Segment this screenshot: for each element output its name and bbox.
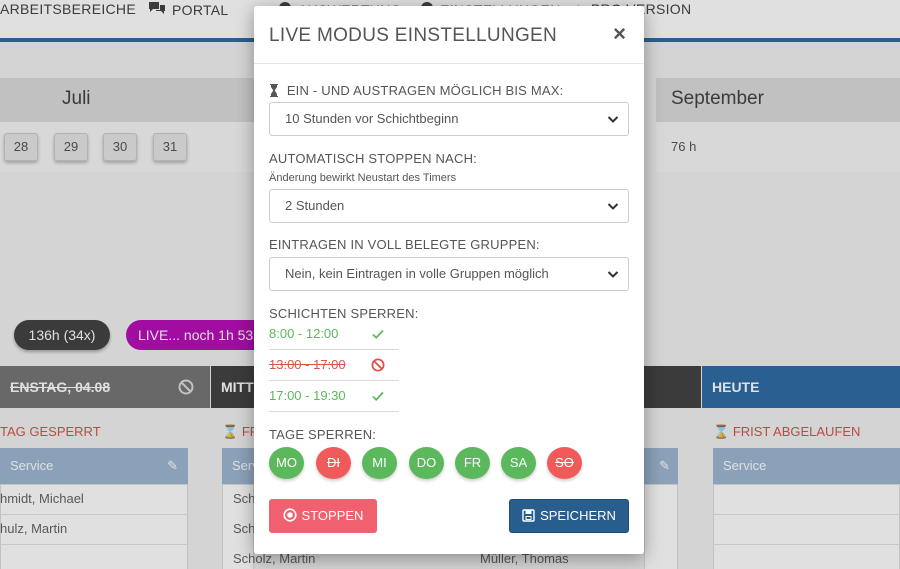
- shift-time: 17:00 - 19:30: [269, 388, 346, 403]
- shift-time: 8:00 - 12:00: [269, 326, 339, 341]
- max-time-select[interactable]: 10 Stunden vor Schichtbeginn: [269, 102, 629, 136]
- max-time-value: 10 Stunden vor Schichtbeginn: [285, 111, 459, 126]
- live-mode-settings-dialog: LIVE MODUS EINSTELLUNGEN × EIN - UND AUS…: [254, 6, 644, 554]
- save-button[interactable]: SPEICHERN: [509, 499, 629, 533]
- max-time-label-text: EIN - UND AUSTRAGEN MÖGLICH BIS MAX:: [286, 83, 564, 98]
- floppy-disk-icon: [522, 509, 535, 522]
- full-groups-label: EINTRAGEN IN VOLL BELEGTE GRUPPEN:: [269, 237, 540, 252]
- blocked-icon: [371, 358, 385, 372]
- auto-stop-hint: Änderung bewirkt Neustart des Timers: [269, 172, 457, 184]
- max-time-label: EIN - UND AUSTRAGEN MÖGLICH BIS MAX:: [269, 83, 563, 98]
- modal-header: LIVE MODUS EINSTELLUNGEN ×: [254, 6, 644, 64]
- auto-stop-value: 2 Stunden: [285, 198, 345, 213]
- shift-toggle[interactable]: 17:00 - 19:30: [269, 381, 399, 412]
- auto-stop-label: AUTOMATISCH STOPPEN NACH:: [269, 151, 477, 166]
- auto-stop-select[interactable]: 2 Stunden: [269, 189, 629, 223]
- chevron-down-icon: [607, 116, 619, 123]
- shift-toggle[interactable]: 13:00 - 17:00: [269, 350, 399, 381]
- full-groups-select[interactable]: Nein, kein Eintragen in volle Gruppen mö…: [269, 257, 629, 291]
- stop-icon: [282, 508, 297, 522]
- day-toggle-di[interactable]: DI: [316, 447, 351, 479]
- hourglass-icon: [269, 83, 287, 98]
- chevron-down-icon: [607, 271, 619, 278]
- stop-label: STOPPEN: [301, 508, 364, 523]
- day-toggle-so[interactable]: SO: [547, 447, 582, 479]
- full-groups-value: Nein, kein Eintragen in volle Gruppen mö…: [285, 266, 549, 281]
- stop-button[interactable]: STOPPEN: [269, 499, 377, 533]
- day-toggle-mi[interactable]: MI: [362, 447, 397, 479]
- check-icon: [372, 391, 384, 401]
- days-label: TAGE SPERREN:: [269, 427, 377, 442]
- save-label: SPEICHERN: [540, 508, 616, 523]
- day-toggle-mo[interactable]: MO: [269, 447, 304, 479]
- day-toggle-do[interactable]: DO: [409, 447, 444, 479]
- check-icon: [372, 329, 384, 339]
- chevron-down-icon: [607, 203, 619, 210]
- modal-title: LIVE MODUS EINSTELLUNGEN: [269, 25, 558, 46]
- close-button[interactable]: ×: [613, 23, 626, 45]
- day-toggle-fr[interactable]: FR: [455, 447, 490, 479]
- day-toggle-sa[interactable]: SA: [501, 447, 536, 479]
- shift-toggle[interactable]: 8:00 - 12:00: [269, 319, 399, 350]
- shift-time: 13:00 - 17:00: [269, 357, 346, 372]
